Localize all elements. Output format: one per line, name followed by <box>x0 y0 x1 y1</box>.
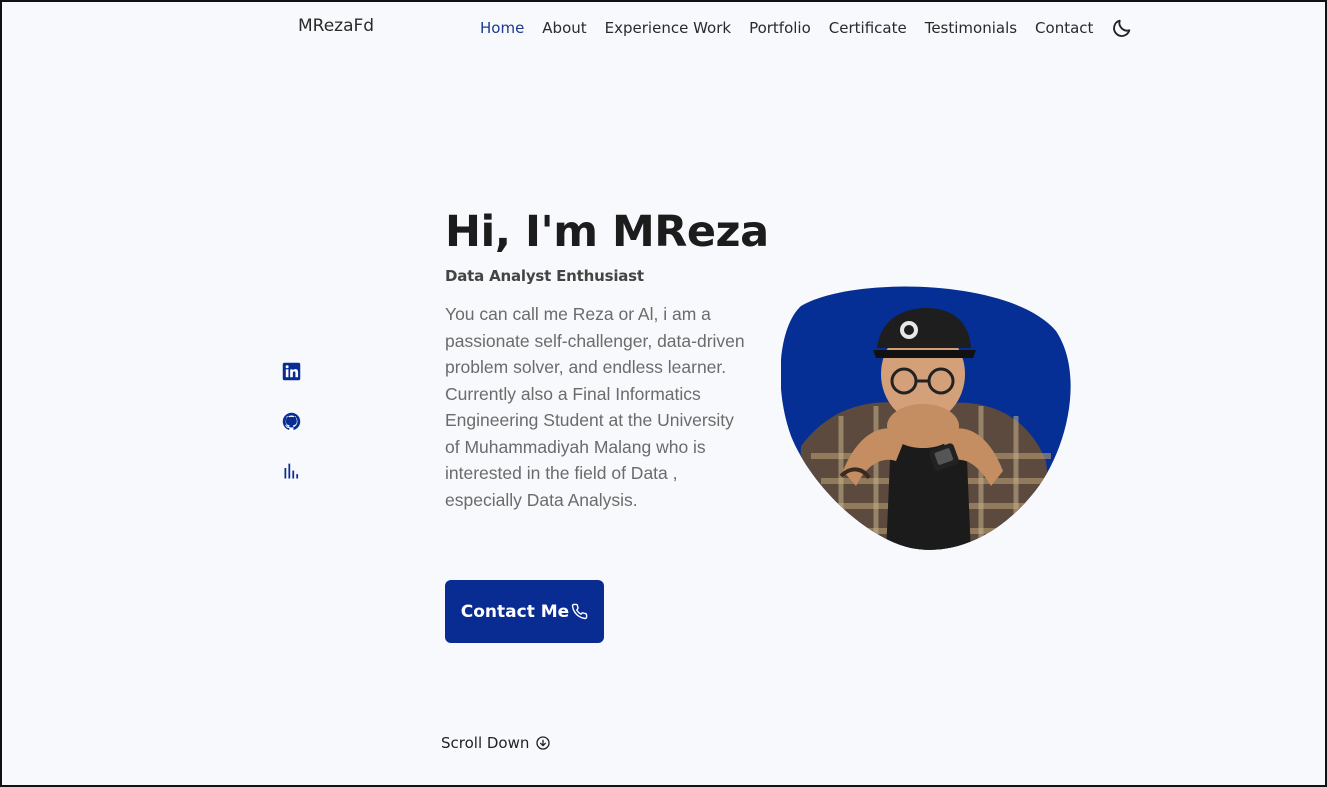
nav-portfolio[interactable]: Portfolio <box>749 19 811 37</box>
contact-me-label: Contact Me <box>460 601 570 622</box>
nav-home[interactable]: Home <box>480 19 524 37</box>
hero-title: Hi, I'm MReza <box>445 207 769 257</box>
hero-subtitle: Data Analyst Enthusiast <box>445 267 644 285</box>
social-links <box>280 360 302 482</box>
arrow-down-circle-icon <box>536 736 551 750</box>
nav-contact[interactable]: Contact <box>1035 19 1093 37</box>
nav-about[interactable]: About <box>542 19 586 37</box>
hero-section: Hi, I'm MReza Data Analyst Enthusiast Yo… <box>445 207 769 513</box>
main-nav: Home About Experience Work Portfolio Cer… <box>480 17 1133 39</box>
nav-certificate[interactable]: Certificate <box>829 19 907 37</box>
scroll-down-label: Scroll Down <box>441 734 530 752</box>
avatar <box>780 286 1071 554</box>
profile-photo <box>780 286 1071 550</box>
nav-testimonials[interactable]: Testimonials <box>925 19 1017 37</box>
hero-description: You can call me Reza or Al, i am a passi… <box>445 304 745 510</box>
contact-me-button[interactable]: Contact Me <box>445 580 604 643</box>
header: MRezaFd Home About Experience Work Portf… <box>2 2 1325 52</box>
github-icon[interactable] <box>280 410 302 432</box>
moon-icon[interactable] <box>1111 17 1133 39</box>
bar-chart-icon[interactable] <box>280 460 302 482</box>
scroll-down-link[interactable]: Scroll Down <box>441 734 551 752</box>
linkedin-icon[interactable] <box>280 360 302 382</box>
phone-icon <box>571 603 588 620</box>
nav-experience-work[interactable]: Experience Work <box>605 19 731 37</box>
logo[interactable]: MRezaFd <box>298 16 374 36</box>
